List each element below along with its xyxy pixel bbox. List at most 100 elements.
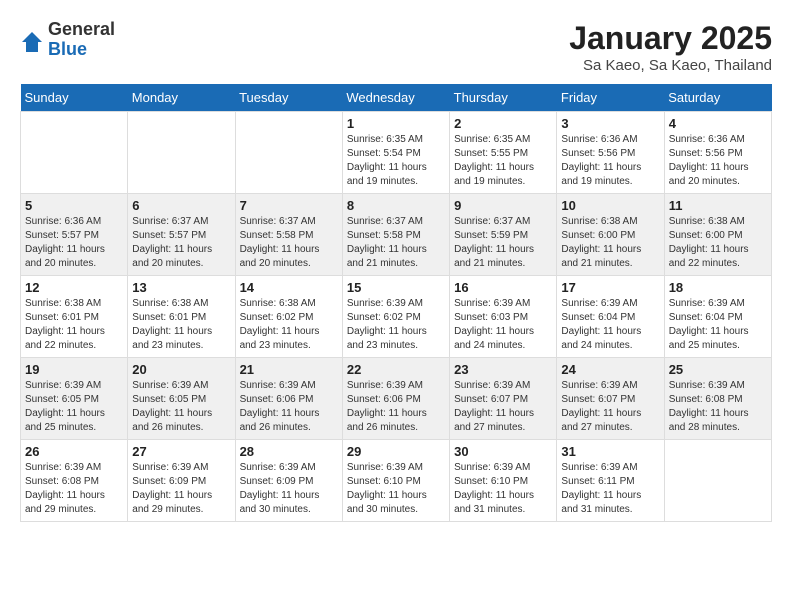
- day-info: Sunrise: 6:36 AM Sunset: 5:56 PM Dayligh…: [669, 133, 767, 189]
- day-number: 19: [25, 362, 123, 377]
- day-info: Sunrise: 6:39 AM Sunset: 6:08 PM Dayligh…: [25, 461, 123, 517]
- day-info: Sunrise: 6:38 AM Sunset: 6:02 PM Dayligh…: [240, 297, 338, 353]
- calendar-week-row: 5 Sunrise: 6:36 AM Sunset: 5:57 PM Daylig…: [21, 194, 772, 276]
- day-info: Sunrise: 6:39 AM Sunset: 6:08 PM Dayligh…: [669, 379, 767, 435]
- calendar-cell: 11 Sunrise: 6:38 AM Sunset: 6:00 PM Dayli…: [664, 194, 771, 276]
- day-info: Sunrise: 6:39 AM Sunset: 6:05 PM Dayligh…: [132, 379, 230, 435]
- day-info: Sunrise: 6:39 AM Sunset: 6:09 PM Dayligh…: [240, 461, 338, 517]
- calendar-week-row: 12 Sunrise: 6:38 AM Sunset: 6:01 PM Dayli…: [21, 276, 772, 358]
- calendar-cell: 27 Sunrise: 6:39 AM Sunset: 6:09 PM Dayli…: [128, 440, 235, 522]
- day-info: Sunrise: 6:39 AM Sunset: 6:09 PM Dayligh…: [132, 461, 230, 517]
- calendar-cell: 26Sunrise: 6:39 AM Sunset: 6:08 PM Dayli…: [21, 440, 128, 522]
- logo-general-text: General: [48, 20, 115, 40]
- day-number: 12: [25, 280, 123, 295]
- day-number: 14: [240, 280, 338, 295]
- calendar-cell: 18 Sunrise: 6:39 AM Sunset: 6:04 PM Dayli…: [664, 276, 771, 358]
- calendar-cell: 2 Sunrise: 6:35 AM Sunset: 5:55 PM Daylig…: [450, 112, 557, 194]
- logo-icon: [20, 30, 44, 54]
- day-number: 8: [347, 198, 445, 213]
- day-info: Sunrise: 6:39 AM Sunset: 6:10 PM Dayligh…: [454, 461, 552, 517]
- weekday-header: Monday: [128, 84, 235, 112]
- day-number: 3: [561, 116, 659, 131]
- day-number: 13: [132, 280, 230, 295]
- day-number: 6: [132, 198, 230, 213]
- calendar-cell: 13Sunrise: 6:38 AM Sunset: 6:01 PM Dayli…: [128, 276, 235, 358]
- day-info: Sunrise: 6:38 AM Sunset: 6:01 PM Dayligh…: [25, 297, 123, 353]
- day-number: 23: [454, 362, 552, 377]
- calendar-cell: 3Sunrise: 6:36 AM Sunset: 5:56 PM Daylig…: [557, 112, 664, 194]
- calendar-cell: 28 Sunrise: 6:39 AM Sunset: 6:09 PM Dayli…: [235, 440, 342, 522]
- day-number: 9: [454, 198, 552, 213]
- day-number: 31: [561, 444, 659, 459]
- calendar-cell: [21, 112, 128, 194]
- day-info: Sunrise: 6:39 AM Sunset: 6:04 PM Dayligh…: [669, 297, 767, 353]
- weekday-header: Sunday: [21, 84, 128, 112]
- calendar-cell: 24 Sunrise: 6:39 AM Sunset: 6:07 PM Dayli…: [557, 358, 664, 440]
- calendar-cell: 1Sunrise: 6:35 AM Sunset: 5:54 PM Daylig…: [342, 112, 449, 194]
- day-info: Sunrise: 6:39 AM Sunset: 6:05 PM Dayligh…: [25, 379, 123, 435]
- day-info: Sunrise: 6:39 AM Sunset: 6:06 PM Dayligh…: [347, 379, 445, 435]
- day-info: Sunrise: 6:39 AM Sunset: 6:07 PM Dayligh…: [561, 379, 659, 435]
- calendar-cell: 17 Sunrise: 6:39 AM Sunset: 6:04 PM Dayli…: [557, 276, 664, 358]
- calendar-cell: 25 Sunrise: 6:39 AM Sunset: 6:08 PM Dayli…: [664, 358, 771, 440]
- day-info: Sunrise: 6:37 AM Sunset: 5:59 PM Dayligh…: [454, 215, 552, 271]
- calendar-cell: 12 Sunrise: 6:38 AM Sunset: 6:01 PM Dayli…: [21, 276, 128, 358]
- calendar-cell: 16Sunrise: 6:39 AM Sunset: 6:03 PM Dayli…: [450, 276, 557, 358]
- day-number: 11: [669, 198, 767, 213]
- calendar-week-row: 1Sunrise: 6:35 AM Sunset: 5:54 PM Daylig…: [21, 112, 772, 194]
- day-number: 15: [347, 280, 445, 295]
- day-info: Sunrise: 6:39 AM Sunset: 6:07 PM Dayligh…: [454, 379, 552, 435]
- calendar-cell: 15 Sunrise: 6:39 AM Sunset: 6:02 PM Dayli…: [342, 276, 449, 358]
- title-block: January 2025 Sa Kaeo, Sa Kaeo, Thailand: [569, 20, 772, 74]
- day-number: 28: [240, 444, 338, 459]
- day-number: 1: [347, 116, 445, 131]
- day-number: 27: [132, 444, 230, 459]
- calendar-cell: 19 Sunrise: 6:39 AM Sunset: 6:05 PM Dayli…: [21, 358, 128, 440]
- calendar-cell: 14 Sunrise: 6:38 AM Sunset: 6:02 PM Dayli…: [235, 276, 342, 358]
- calendar-cell: 5 Sunrise: 6:36 AM Sunset: 5:57 PM Daylig…: [21, 194, 128, 276]
- calendar-cell: [664, 440, 771, 522]
- day-info: Sunrise: 6:39 AM Sunset: 6:11 PM Dayligh…: [561, 461, 659, 517]
- month-title: January 2025: [569, 20, 772, 57]
- logo-blue-text: Blue: [48, 40, 115, 60]
- day-number: 22: [347, 362, 445, 377]
- calendar-cell: 29Sunrise: 6:39 AM Sunset: 6:10 PM Dayli…: [342, 440, 449, 522]
- calendar-week-row: 19 Sunrise: 6:39 AM Sunset: 6:05 PM Dayli…: [21, 358, 772, 440]
- calendar-cell: 6Sunrise: 6:37 AM Sunset: 5:57 PM Daylig…: [128, 194, 235, 276]
- day-number: 4: [669, 116, 767, 131]
- day-info: Sunrise: 6:39 AM Sunset: 6:02 PM Dayligh…: [347, 297, 445, 353]
- logo-text: General Blue: [48, 20, 115, 60]
- location: Sa Kaeo, Sa Kaeo, Thailand: [569, 57, 772, 74]
- day-info: Sunrise: 6:38 AM Sunset: 6:00 PM Dayligh…: [669, 215, 767, 271]
- calendar-cell: 23 Sunrise: 6:39 AM Sunset: 6:07 PM Dayli…: [450, 358, 557, 440]
- day-number: 5: [25, 198, 123, 213]
- day-number: 29: [347, 444, 445, 459]
- calendar-cell: 4 Sunrise: 6:36 AM Sunset: 5:56 PM Daylig…: [664, 112, 771, 194]
- calendar-cell: 30Sunrise: 6:39 AM Sunset: 6:10 PM Dayli…: [450, 440, 557, 522]
- day-info: Sunrise: 6:37 AM Sunset: 5:58 PM Dayligh…: [347, 215, 445, 271]
- logo: General Blue: [20, 20, 115, 60]
- calendar-cell: 8 Sunrise: 6:37 AM Sunset: 5:58 PM Daylig…: [342, 194, 449, 276]
- day-info: Sunrise: 6:38 AM Sunset: 6:00 PM Dayligh…: [561, 215, 659, 271]
- day-info: Sunrise: 6:35 AM Sunset: 5:55 PM Dayligh…: [454, 133, 552, 189]
- day-number: 10: [561, 198, 659, 213]
- day-number: 20: [132, 362, 230, 377]
- day-number: 18: [669, 280, 767, 295]
- calendar-week-row: 26Sunrise: 6:39 AM Sunset: 6:08 PM Dayli…: [21, 440, 772, 522]
- day-number: 17: [561, 280, 659, 295]
- calendar-cell: [235, 112, 342, 194]
- day-number: 21: [240, 362, 338, 377]
- day-number: 24: [561, 362, 659, 377]
- day-info: Sunrise: 6:39 AM Sunset: 6:04 PM Dayligh…: [561, 297, 659, 353]
- calendar-cell: 9 Sunrise: 6:37 AM Sunset: 5:59 PM Daylig…: [450, 194, 557, 276]
- calendar-cell: 10 Sunrise: 6:38 AM Sunset: 6:00 PM Dayli…: [557, 194, 664, 276]
- day-info: Sunrise: 6:39 AM Sunset: 6:06 PM Dayligh…: [240, 379, 338, 435]
- calendar-cell: 21 Sunrise: 6:39 AM Sunset: 6:06 PM Dayli…: [235, 358, 342, 440]
- day-info: Sunrise: 6:36 AM Sunset: 5:57 PM Dayligh…: [25, 215, 123, 271]
- calendar-cell: 31 Sunrise: 6:39 AM Sunset: 6:11 PM Dayli…: [557, 440, 664, 522]
- calendar-cell: 7Sunrise: 6:37 AM Sunset: 5:58 PM Daylig…: [235, 194, 342, 276]
- day-number: 2: [454, 116, 552, 131]
- day-info: Sunrise: 6:39 AM Sunset: 6:03 PM Dayligh…: [454, 297, 552, 353]
- calendar-cell: 20 Sunrise: 6:39 AM Sunset: 6:05 PM Dayli…: [128, 358, 235, 440]
- day-number: 25: [669, 362, 767, 377]
